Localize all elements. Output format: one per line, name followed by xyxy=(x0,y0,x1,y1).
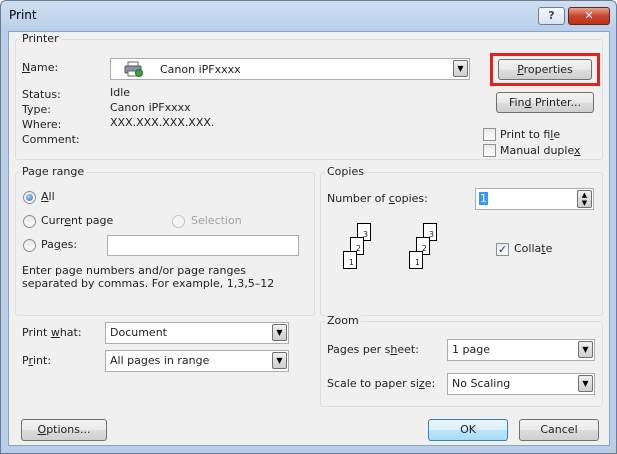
number-of-copies-label: Number of copies: xyxy=(327,192,428,205)
printer-name-select[interactable]: Canon iPFxxxx ▼ xyxy=(110,58,470,80)
question-mark-icon: ? xyxy=(548,9,555,22)
title-bar[interactable]: Print ? ✕ xyxy=(1,1,616,31)
print-to-file-checkbox[interactable] xyxy=(483,128,496,141)
chevron-down-icon[interactable]: ▼ xyxy=(272,324,287,341)
selection-radio xyxy=(172,215,185,228)
printer-name-value: Canon iPFxxxx xyxy=(160,63,241,76)
manual-duplex-label[interactable]: Manual duplex xyxy=(500,144,581,157)
print-what-label: Print what: xyxy=(22,326,82,339)
where-label: Where: xyxy=(22,118,62,131)
page-range-help-line2: separated by commas. For example, 1,3,5–… xyxy=(22,277,275,290)
dialog-body: Printer Name: Canon iPFxxxx ▼ Status: Id… xyxy=(8,31,610,446)
collate-checkbox[interactable]: ✓ xyxy=(496,243,509,256)
comment-label: Comment: xyxy=(22,133,80,146)
find-printer-button[interactable]: Find Printer... xyxy=(496,92,594,113)
where-value: XXX.XXX.XXX.XXX. xyxy=(110,116,215,129)
pages-radio[interactable] xyxy=(23,239,36,252)
chevron-down-icon[interactable]: ▼ xyxy=(453,60,468,77)
help-button[interactable]: ? xyxy=(538,7,565,25)
chevron-down-icon[interactable]: ▼ xyxy=(272,352,287,369)
close-x-icon: ✕ xyxy=(584,9,594,22)
page-range-group-label: Page range xyxy=(20,165,87,178)
current-page-label[interactable]: Current page xyxy=(41,214,113,227)
print-label: Print: xyxy=(22,354,52,367)
scale-to-paper-select[interactable]: No Scaling ▼ xyxy=(447,373,595,395)
print-select[interactable]: All pages in range ▼ xyxy=(105,350,289,372)
pages-label[interactable]: Pages: xyxy=(41,238,77,251)
spin-up-down-icon[interactable]: ▲ ▼ xyxy=(577,190,592,208)
collate-page: 1 xyxy=(343,251,357,269)
print-dialog-window: Print ? ✕ Printer Name: Canon iPFxxxx ▼ … xyxy=(0,0,617,454)
type-label: Type: xyxy=(22,103,51,116)
zoom-group-label: Zoom xyxy=(325,314,361,327)
print-to-file-label[interactable]: Print to file xyxy=(500,128,560,141)
print-what-select[interactable]: Document ▼ xyxy=(105,322,289,344)
printer-group-label: Printer xyxy=(20,32,61,45)
options-button[interactable]: Options... xyxy=(21,419,107,441)
chevron-down-icon[interactable]: ▼ xyxy=(578,375,593,392)
collate-label[interactable]: Collate xyxy=(514,242,552,255)
number-of-copies-input[interactable]: 1 ▲ ▼ xyxy=(475,188,594,210)
type-value: Canon iPFxxxx xyxy=(110,101,191,114)
window-title: Print xyxy=(9,8,37,22)
number-of-copies-value: 1 xyxy=(479,192,488,205)
page-range-help-line1: Enter page numbers and/or page ranges xyxy=(22,264,246,277)
print-what-value: Document xyxy=(110,326,167,339)
name-label: Name: xyxy=(22,61,59,74)
scale-to-paper-label: Scale to paper size: xyxy=(327,377,436,390)
ok-button[interactable]: OK xyxy=(428,419,508,441)
pages-input[interactable] xyxy=(107,235,299,256)
pages-per-sheet-label: Pages per sheet: xyxy=(327,343,419,356)
collate-page: 1 xyxy=(409,251,423,269)
all-radio[interactable] xyxy=(23,191,36,204)
pages-per-sheet-value: 1 page xyxy=(452,343,490,356)
status-value: Idle xyxy=(110,86,131,99)
close-button[interactable]: ✕ xyxy=(568,7,610,25)
properties-button[interactable]: Properties xyxy=(498,59,592,80)
status-label: Status: xyxy=(22,88,61,101)
printer-icon xyxy=(124,61,143,77)
selection-label: Selection xyxy=(191,214,242,227)
scale-to-paper-value: No Scaling xyxy=(452,377,511,390)
all-radio-label[interactable]: All xyxy=(41,190,55,203)
print-value: All pages in range xyxy=(110,354,210,367)
pages-per-sheet-select[interactable]: 1 page ▼ xyxy=(447,339,595,361)
copies-group-label: Copies xyxy=(325,165,366,178)
manual-duplex-checkbox[interactable] xyxy=(483,144,496,157)
cancel-button[interactable]: Cancel xyxy=(519,419,599,441)
current-page-radio[interactable] xyxy=(23,215,36,228)
chevron-down-icon[interactable]: ▼ xyxy=(578,341,593,358)
